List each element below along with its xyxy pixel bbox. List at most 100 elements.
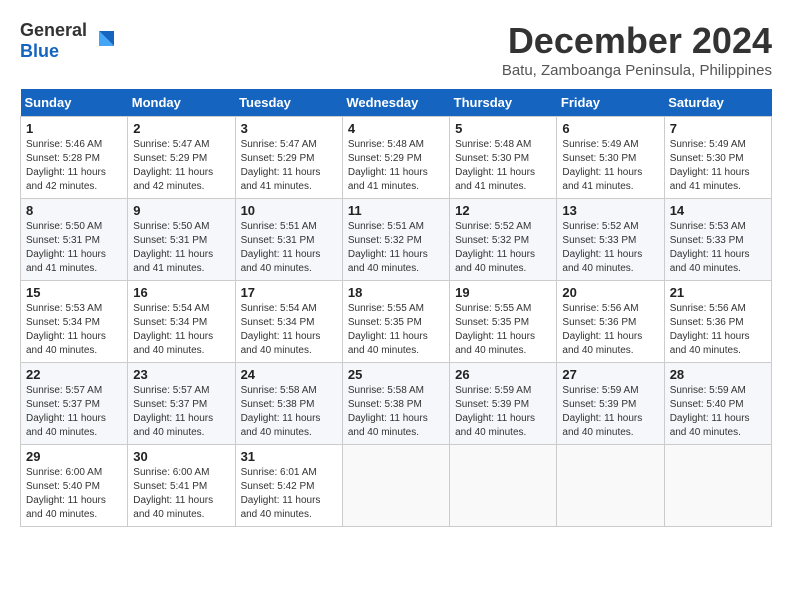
day-number: 30 [133,449,229,464]
table-row: 6 Sunrise: 5:49 AM Sunset: 5:30 PM Daylig… [557,117,664,199]
day-info: Sunrise: 5:52 AM Sunset: 5:33 PM Dayligh… [562,220,658,276]
day-info: Sunrise: 5:47 AM Sunset: 5:29 PM Dayligh… [241,138,337,194]
day-info: Sunrise: 5:59 AM Sunset: 5:39 PM Dayligh… [455,384,551,440]
day-number: 23 [133,367,229,382]
day-number: 24 [241,367,337,382]
table-row: 3 Sunrise: 5:47 AM Sunset: 5:29 PM Daylig… [235,117,342,199]
day-info: Sunrise: 5:49 AM Sunset: 5:30 PM Dayligh… [670,138,766,194]
day-number: 26 [455,367,551,382]
table-row: 27 Sunrise: 5:59 AM Sunset: 5:39 PM Dayli… [557,363,664,445]
title-area: December 2024 Batu, Zamboanga Peninsula,… [502,20,772,79]
day-info: Sunrise: 5:48 AM Sunset: 5:29 PM Dayligh… [348,138,444,194]
calendar-week-1: 1 Sunrise: 5:46 AM Sunset: 5:28 PM Daylig… [21,117,772,199]
table-row: 12 Sunrise: 5:52 AM Sunset: 5:32 PM Dayli… [450,199,557,281]
table-row: 16Sunrise: 5:54 AM Sunset: 5:34 PM Dayli… [128,281,235,363]
table-row: 19 Sunrise: 5:55 AM Sunset: 5:35 PM Dayli… [450,281,557,363]
col-thursday: Thursday [450,89,557,117]
table-row: 9Sunrise: 5:50 AM Sunset: 5:31 PM Daylig… [128,199,235,281]
logo-blue: Blue [20,41,59,61]
day-number: 2 [133,121,229,136]
table-row [342,445,449,527]
day-number: 19 [455,285,551,300]
day-info: Sunrise: 5:55 AM Sunset: 5:35 PM Dayligh… [455,302,551,358]
calendar-week-3: 15Sunrise: 5:53 AM Sunset: 5:34 PM Dayli… [21,281,772,363]
col-monday: Monday [128,89,235,117]
calendar-week-4: 22 Sunrise: 5:57 AM Sunset: 5:37 PM Dayli… [21,363,772,445]
table-row [664,445,771,527]
day-number: 25 [348,367,444,382]
day-info: Sunrise: 5:47 AM Sunset: 5:29 PM Dayligh… [133,138,229,194]
day-number: 6 [562,121,658,136]
calendar-title: December 2024 [502,20,772,62]
col-saturday: Saturday [664,89,771,117]
table-row [557,445,664,527]
table-row: 23 Sunrise: 5:57 AM Sunset: 5:37 PM Dayli… [128,363,235,445]
day-info: Sunrise: 5:57 AM Sunset: 5:37 PM Dayligh… [26,384,122,440]
table-row: 5Sunrise: 5:48 AM Sunset: 5:30 PM Daylig… [450,117,557,199]
day-info: Sunrise: 5:59 AM Sunset: 5:39 PM Dayligh… [562,384,658,440]
table-row: 1 Sunrise: 5:46 AM Sunset: 5:28 PM Daylig… [21,117,128,199]
day-info: Sunrise: 5:50 AM Sunset: 5:31 PM Dayligh… [26,220,122,276]
col-sunday: Sunday [21,89,128,117]
day-number: 15 [26,285,122,300]
table-row: 4 Sunrise: 5:48 AM Sunset: 5:29 PM Daylig… [342,117,449,199]
table-row: 17Sunrise: 5:54 AM Sunset: 5:34 PM Dayli… [235,281,342,363]
calendar-subtitle: Batu, Zamboanga Peninsula, Philippines [502,62,772,79]
table-row: 24Sunrise: 5:58 AM Sunset: 5:38 PM Dayli… [235,363,342,445]
day-number: 7 [670,121,766,136]
calendar-week-2: 8 Sunrise: 5:50 AM Sunset: 5:31 PM Daylig… [21,199,772,281]
day-info: Sunrise: 5:57 AM Sunset: 5:37 PM Dayligh… [133,384,229,440]
day-info: Sunrise: 5:55 AM Sunset: 5:35 PM Dayligh… [348,302,444,358]
table-row: 18 Sunrise: 5:55 AM Sunset: 5:35 PM Dayli… [342,281,449,363]
day-info: Sunrise: 5:46 AM Sunset: 5:28 PM Dayligh… [26,138,122,194]
table-row: 29 Sunrise: 6:00 AM Sunset: 5:40 PM Dayli… [21,445,128,527]
table-row: 13 Sunrise: 5:52 AM Sunset: 5:33 PM Dayli… [557,199,664,281]
day-info: Sunrise: 5:51 AM Sunset: 5:32 PM Dayligh… [348,220,444,276]
table-row: 8 Sunrise: 5:50 AM Sunset: 5:31 PM Daylig… [21,199,128,281]
day-number: 5 [455,121,551,136]
day-info: Sunrise: 5:56 AM Sunset: 5:36 PM Dayligh… [562,302,658,358]
day-number: 31 [241,449,337,464]
day-info: Sunrise: 5:58 AM Sunset: 5:38 PM Dayligh… [348,384,444,440]
day-info: Sunrise: 5:53 AM Sunset: 5:33 PM Dayligh… [670,220,766,276]
day-info: Sunrise: 6:00 AM Sunset: 5:40 PM Dayligh… [26,466,122,522]
day-number: 10 [241,203,337,218]
table-row: 30 Sunrise: 6:00 AM Sunset: 5:41 PM Dayli… [128,445,235,527]
header-row: Sunday Monday Tuesday Wednesday Thursday… [21,89,772,117]
day-number: 4 [348,121,444,136]
day-number: 22 [26,367,122,382]
day-number: 1 [26,121,122,136]
table-row: 15Sunrise: 5:53 AM Sunset: 5:34 PM Dayli… [21,281,128,363]
table-row: 2 Sunrise: 5:47 AM Sunset: 5:29 PM Daylig… [128,117,235,199]
day-number: 12 [455,203,551,218]
logo-general: General [20,20,87,40]
header: General Blue December 2024 Batu, Zamboan… [20,20,772,79]
day-info: Sunrise: 5:52 AM Sunset: 5:32 PM Dayligh… [455,220,551,276]
day-info: Sunrise: 5:59 AM Sunset: 5:40 PM Dayligh… [670,384,766,440]
day-number: 21 [670,285,766,300]
table-row: 10 Sunrise: 5:51 AM Sunset: 5:31 PM Dayli… [235,199,342,281]
day-info: Sunrise: 6:00 AM Sunset: 5:41 PM Dayligh… [133,466,229,522]
day-number: 18 [348,285,444,300]
day-number: 16 [133,285,229,300]
day-number: 9 [133,203,229,218]
day-number: 17 [241,285,337,300]
table-row [450,445,557,527]
day-info: Sunrise: 5:51 AM Sunset: 5:31 PM Dayligh… [241,220,337,276]
logo-text: General Blue [20,20,87,62]
day-number: 13 [562,203,658,218]
calendar-table: Sunday Monday Tuesday Wednesday Thursday… [20,89,772,527]
day-number: 8 [26,203,122,218]
day-number: 29 [26,449,122,464]
table-row: 26 Sunrise: 5:59 AM Sunset: 5:39 PM Dayli… [450,363,557,445]
table-row: 21 Sunrise: 5:56 AM Sunset: 5:36 PM Dayli… [664,281,771,363]
day-info: Sunrise: 5:49 AM Sunset: 5:30 PM Dayligh… [562,138,658,194]
table-row: 11Sunrise: 5:51 AM Sunset: 5:32 PM Dayli… [342,199,449,281]
day-number: 27 [562,367,658,382]
day-info: Sunrise: 5:56 AM Sunset: 5:36 PM Dayligh… [670,302,766,358]
table-row: 25 Sunrise: 5:58 AM Sunset: 5:38 PM Dayli… [342,363,449,445]
calendar-week-5: 29 Sunrise: 6:00 AM Sunset: 5:40 PM Dayli… [21,445,772,527]
day-number: 14 [670,203,766,218]
day-number: 3 [241,121,337,136]
day-number: 20 [562,285,658,300]
